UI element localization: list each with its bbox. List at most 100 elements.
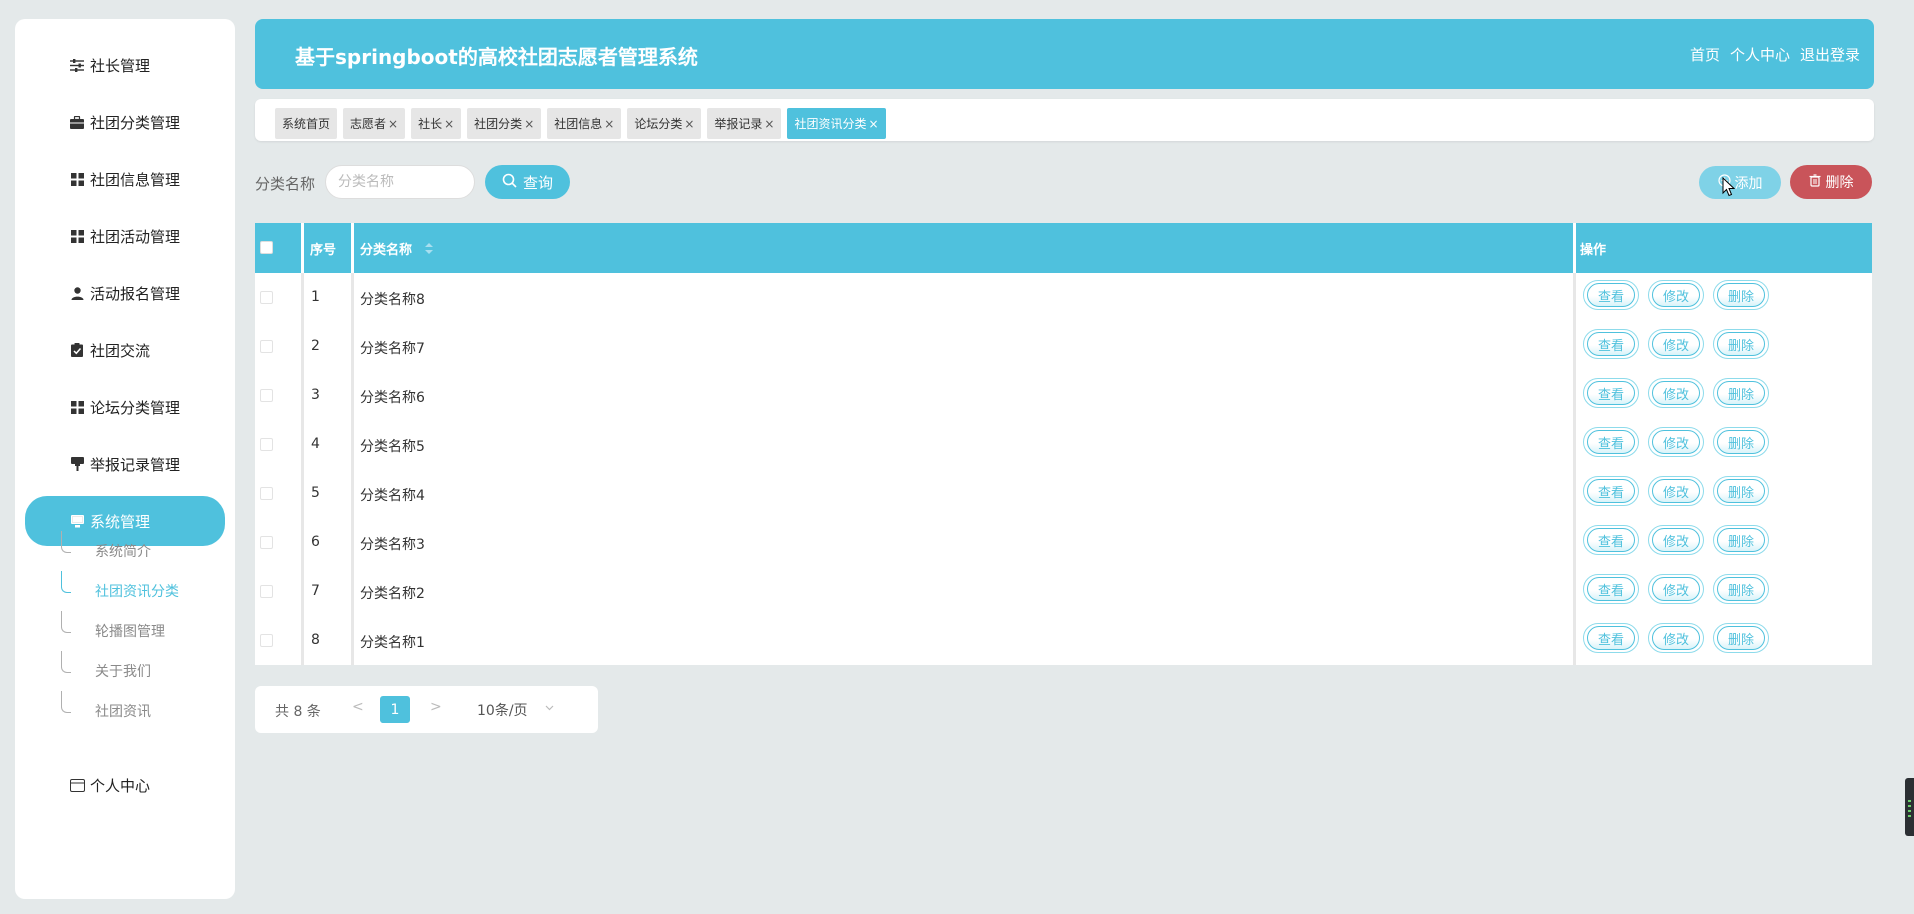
close-icon[interactable]: × (524, 117, 534, 131)
row-checkbox[interactable] (260, 487, 273, 500)
submenu-item-4[interactable]: 关于我们 (43, 651, 213, 691)
sidebar-item-2[interactable]: 社团分类管理 (25, 97, 225, 147)
row-delete-button[interactable]: 删除 (1713, 378, 1769, 408)
ops-header: 操作 (1580, 243, 1607, 258)
sort-icon[interactable] (424, 243, 433, 258)
submenu-item-5[interactable]: 社团资讯 (43, 691, 213, 731)
edge-widget[interactable] (1905, 778, 1914, 836)
search-input[interactable] (325, 165, 475, 199)
tab-5[interactable]: 社团信息 × (547, 108, 622, 139)
row-actions: 查看 修改 删除 (1583, 574, 1769, 604)
row-delete-button[interactable]: 删除 (1713, 574, 1769, 604)
prev-page-button[interactable]: < (352, 699, 364, 715)
table-row: 6 分类名称3 查看 修改 删除 (255, 518, 1872, 567)
close-icon[interactable]: × (444, 117, 454, 131)
tab-1[interactable]: 系统首页 (275, 108, 338, 139)
view-button[interactable]: 查看 (1583, 525, 1639, 555)
row-delete-button[interactable]: 删除 (1713, 476, 1769, 506)
edit-button[interactable]: 修改 (1648, 525, 1704, 555)
tab-6[interactable]: 论坛分类 × (627, 108, 702, 139)
tree-connector (61, 531, 71, 553)
row-checkbox[interactable] (260, 585, 273, 598)
add-button[interactable]: 添加 (1699, 166, 1781, 199)
column-divider (301, 223, 304, 273)
tab-3[interactable]: 社长 × (411, 108, 462, 139)
sidebar-item-4[interactable]: 社团活动管理 (25, 211, 225, 261)
sidebar-item-5[interactable]: 活动报名管理 (25, 268, 225, 318)
row-delete-button[interactable]: 删除 (1713, 280, 1769, 310)
profile-link[interactable]: 个人中心 (1730, 44, 1790, 65)
row-delete-button[interactable]: 删除 (1713, 329, 1769, 359)
edit-button[interactable]: 修改 (1648, 623, 1704, 653)
sidebar-item-6[interactable]: 社团交流 (25, 325, 225, 375)
close-icon[interactable]: × (684, 117, 694, 131)
edit-button-label: 修改 (1652, 479, 1700, 503)
submenu-item-label: 系统简介 (95, 544, 151, 560)
view-button[interactable]: 查看 (1583, 574, 1639, 604)
edit-button[interactable]: 修改 (1648, 476, 1704, 506)
row-checkbox[interactable] (260, 389, 273, 402)
close-icon[interactable]: × (869, 117, 879, 131)
flag-icon (69, 456, 85, 472)
submenu-item-2[interactable]: 社团资讯分类 (43, 571, 213, 611)
query-button[interactable]: 查询 (485, 165, 570, 199)
home-link[interactable]: 首页 (1690, 44, 1720, 65)
view-button[interactable]: 查看 (1583, 280, 1639, 310)
row-index: 1 (311, 289, 320, 305)
view-button[interactable]: 查看 (1583, 378, 1639, 408)
view-button[interactable]: 查看 (1583, 427, 1639, 457)
row-checkbox[interactable] (260, 536, 273, 549)
edit-button[interactable]: 修改 (1648, 280, 1704, 310)
row-checkbox[interactable] (260, 291, 273, 304)
row-delete-button-label: 删除 (1717, 283, 1765, 307)
sidebar-item-1[interactable]: 社长管理 (25, 40, 225, 90)
row-delete-button[interactable]: 删除 (1713, 623, 1769, 653)
row-checkbox[interactable] (260, 634, 273, 647)
view-button[interactable]: 查看 (1583, 476, 1639, 506)
row-name: 分类名称1 (360, 635, 425, 651)
row-delete-button-label: 删除 (1717, 577, 1765, 601)
column-divider (1573, 223, 1576, 273)
row-checkbox[interactable] (260, 438, 273, 451)
edit-button[interactable]: 修改 (1648, 329, 1704, 359)
sidebar-item-label: 社长管理 (90, 56, 151, 75)
page-number-button[interactable]: 1 (380, 696, 410, 723)
tab-4[interactable]: 社团分类 × (467, 108, 542, 139)
select-all-checkbox[interactable] (260, 241, 273, 254)
tab-8[interactable]: 社团资讯分类 × (787, 108, 886, 139)
row-actions: 查看 修改 删除 (1583, 525, 1769, 555)
edit-button[interactable]: 修改 (1648, 574, 1704, 604)
row-checkbox[interactable] (260, 340, 273, 353)
sidebar-item-profile[interactable]: 个人中心 (25, 760, 225, 810)
view-button[interactable]: 查看 (1583, 329, 1639, 359)
page-size-select[interactable]: 10条/页 (477, 700, 528, 720)
edit-button[interactable]: 修改 (1648, 427, 1704, 457)
logout-link[interactable]: 退出登录 (1800, 44, 1860, 65)
sidebar-item-label: 举报记录管理 (90, 455, 181, 474)
delete-label: 删除 (1825, 175, 1854, 191)
view-button-label: 查看 (1587, 430, 1635, 454)
next-page-button[interactable]: > (430, 699, 442, 715)
batch-delete-button[interactable]: 删除 (1790, 165, 1872, 199)
tab-7[interactable]: 举报记录 × (707, 108, 782, 139)
edit-button[interactable]: 修改 (1648, 378, 1704, 408)
sidebar-item-8[interactable]: 举报记录管理 (25, 439, 225, 489)
view-button-label: 查看 (1587, 626, 1635, 650)
submenu-item-1[interactable]: 系统简介 (43, 531, 213, 571)
tab-label: 志愿者 (350, 117, 387, 131)
view-button[interactable]: 查看 (1583, 623, 1639, 653)
name-header[interactable]: 分类名称 (360, 239, 433, 258)
edit-button-label: 修改 (1652, 283, 1700, 307)
edit-button-label: 修改 (1652, 430, 1700, 454)
chevron-down-icon[interactable] (545, 700, 554, 716)
close-icon[interactable]: × (388, 117, 398, 131)
tab-2[interactable]: 志愿者 × (343, 108, 406, 139)
sidebar-item-3[interactable]: 社团信息管理 (25, 154, 225, 204)
tab-label: 论坛分类 (634, 117, 683, 131)
sidebar-item-7[interactable]: 论坛分类管理 (25, 382, 225, 432)
close-icon[interactable]: × (764, 117, 774, 131)
close-icon[interactable]: × (604, 117, 614, 131)
row-delete-button[interactable]: 删除 (1713, 525, 1769, 555)
submenu-item-3[interactable]: 轮播图管理 (43, 611, 213, 651)
row-delete-button[interactable]: 删除 (1713, 427, 1769, 457)
